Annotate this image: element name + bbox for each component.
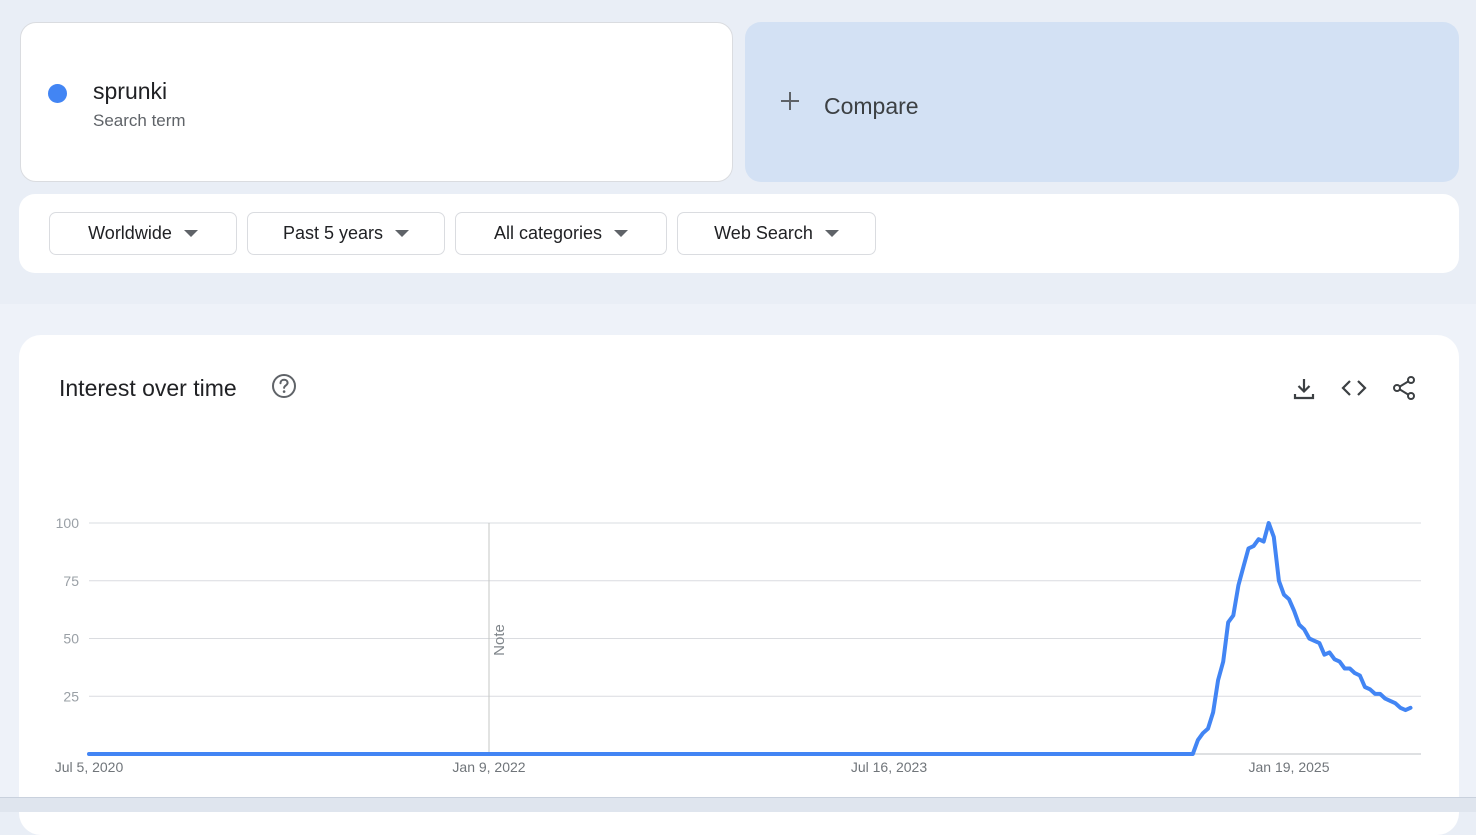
category-filter-dropdown[interactable]: All categories xyxy=(455,212,667,255)
x-tick-label: Jul 5, 2020 xyxy=(55,759,124,775)
search-type-filter-label: Web Search xyxy=(714,223,813,243)
region-filter-label: Worldwide xyxy=(88,223,172,243)
y-tick-label: 100 xyxy=(56,515,80,531)
category-filter-label: All categories xyxy=(493,223,603,243)
x-tick-label: Jan 19, 2025 xyxy=(1249,759,1330,775)
time-filter-label: Past 5 years xyxy=(282,223,384,243)
caret-down-icon xyxy=(395,230,410,237)
region-filter-dropdown[interactable]: Worldwide xyxy=(49,212,237,255)
search-term-subtitle: Search term xyxy=(93,111,186,130)
term-color-dot xyxy=(48,84,67,103)
y-tick-label: 75 xyxy=(63,573,79,589)
interest-chart: 25 50 75 100 Note Jul 5, 2020 Jan 9, 2022 Jul 1… xyxy=(55,515,1421,775)
y-tick-label: 25 xyxy=(63,688,79,704)
note-annotation-label: Note xyxy=(491,624,508,656)
time-filter-dropdown[interactable]: Past 5 years xyxy=(247,212,445,255)
caret-down-icon xyxy=(183,230,198,237)
x-tick-label: Jan 9, 2022 xyxy=(452,759,525,775)
x-tick-label: Jul 16, 2023 xyxy=(851,759,927,775)
compare-button[interactable]: Compare xyxy=(745,22,1459,182)
filter-bar: Worldwide Past 5 years All categories We… xyxy=(19,194,1459,273)
caret-down-icon xyxy=(824,230,839,237)
bottom-scroll-strip xyxy=(0,797,1476,812)
plus-icon xyxy=(779,88,801,118)
interest-over-time-card: Interest over time 25 50 75 100 Note Jul 5, 2… xyxy=(19,335,1459,835)
compare-label: Compare xyxy=(824,93,919,119)
caret-down-icon xyxy=(614,230,629,237)
y-tick-label: 50 xyxy=(63,631,79,647)
search-term-name[interactable]: sprunki xyxy=(93,78,167,105)
search-term-card[interactable]: sprunki Search term xyxy=(20,22,733,182)
search-type-filter-dropdown[interactable]: Web Search xyxy=(677,212,876,255)
